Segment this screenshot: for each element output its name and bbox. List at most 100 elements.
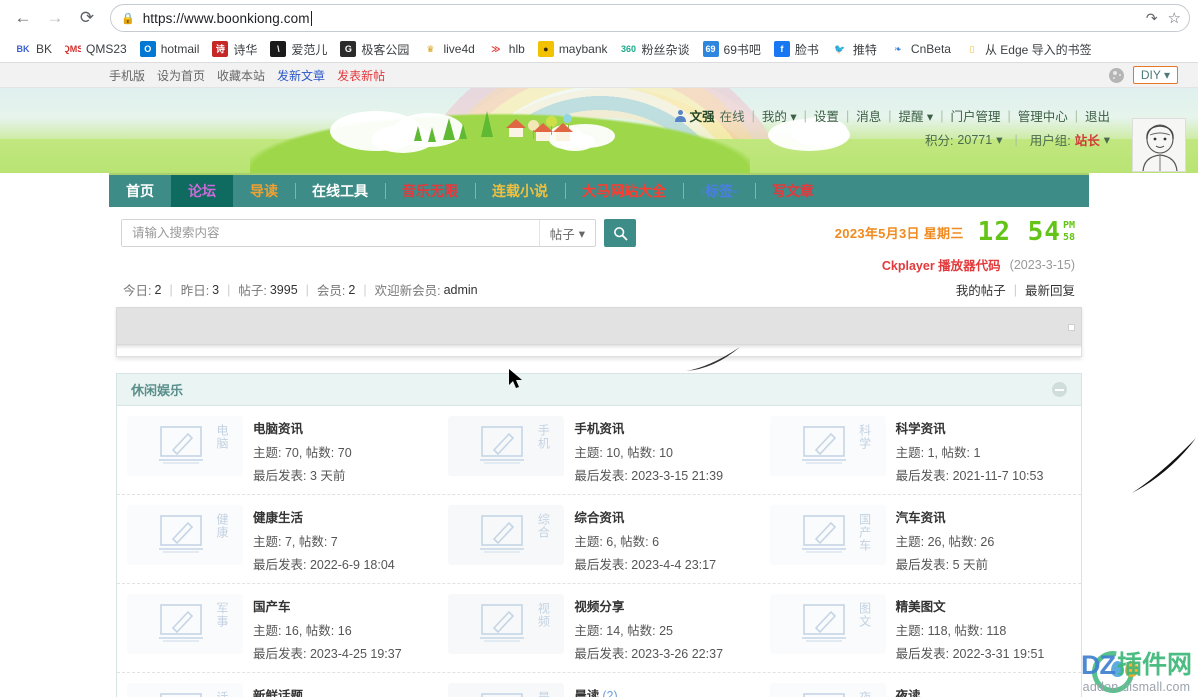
bookmark-favicon-icon: ❧ xyxy=(889,41,906,57)
star-icon[interactable]: ☆ xyxy=(1168,9,1181,27)
share-icon[interactable]: ↷ xyxy=(1146,10,1158,27)
forward-arrow-icon[interactable]: → xyxy=(40,3,70,33)
bookmark-item[interactable]: 69 69书吧 xyxy=(697,39,767,60)
forum-item-name[interactable]: 视频分享 xyxy=(574,596,723,615)
bookmark-item[interactable]: ≫ hlb xyxy=(482,39,531,59)
palette-icon[interactable] xyxy=(1108,67,1124,83)
forum-item[interactable]: 话题 新鲜话题主题: 10, 帖数: 14 xyxy=(117,673,438,697)
bookmark-item[interactable]: \ 爱范儿 xyxy=(264,39,333,60)
forum-thumbnail-text: 综合 xyxy=(536,513,551,539)
nav-item[interactable]: ◦标签◦ xyxy=(683,175,755,207)
reload-icon[interactable]: ⟳ xyxy=(72,3,102,33)
forum-item[interactable]: 综合 综合资讯 主题: 6, 帖数: 6 最后发表: 2023-4-4 23:17 xyxy=(438,495,759,583)
username-label[interactable]: 文强 xyxy=(690,106,715,125)
advertisement-banner[interactable] xyxy=(116,307,1082,345)
bookmark-item[interactable]: Ohotmail xyxy=(134,39,206,59)
forum-item-info: 视频分享 主题: 14, 帖数: 25 最后发表: 2023-3-26 22:37 xyxy=(574,594,723,662)
utility-link[interactable]: 设为首页 xyxy=(157,67,205,84)
forum-item-name[interactable]: 夜读 xyxy=(896,685,995,697)
user-avatar[interactable] xyxy=(1132,118,1186,172)
nav-item[interactable]: 连载小说 xyxy=(475,175,565,207)
stats-link[interactable]: 我的帖子 xyxy=(956,280,1006,299)
user-menu-link[interactable]: 我的 ▾ xyxy=(762,106,797,125)
user-menu-link[interactable]: 设置 xyxy=(814,106,839,125)
bookmark-item[interactable]: 360 粉丝杂谈 xyxy=(615,39,696,60)
forum-item-name[interactable]: 手机资讯 xyxy=(574,418,723,437)
usergroup-caret-icon[interactable]: ▾ xyxy=(1104,132,1110,147)
address-bar[interactable]: 🔒 https://www.boonkiong.com ↷ ☆ xyxy=(110,4,1190,32)
forum-item[interactable]: 电脑 电脑资讯 主题: 70, 帖数: 70 最后发表: 3 天前 xyxy=(117,406,438,494)
forum-item-name[interactable]: 汽车资讯 xyxy=(896,507,995,526)
forum-item-name[interactable]: 晨读 (2) xyxy=(574,685,673,697)
forum-item[interactable]: 健康 健康生活 主题: 7, 帖数: 7 最后发表: 2022-6-9 18:04 xyxy=(117,495,438,583)
minimize-icon[interactable] xyxy=(1068,324,1075,331)
forum-thumbnail-placeholder-icon: 夜读 xyxy=(769,683,886,697)
bookmark-item[interactable]: f 脸书 xyxy=(768,39,825,60)
forum-item[interactable]: 夜读夜读主题: 82, 帖数: 82 xyxy=(760,673,1081,697)
announcement-title[interactable]: Ckplayer 播放器代码 xyxy=(882,255,1001,274)
forum-item-name[interactable]: 科学资讯 xyxy=(896,418,1044,437)
bookmark-item[interactable]: ❧ CnBeta xyxy=(884,39,957,59)
search-button[interactable] xyxy=(604,219,636,247)
utility-link[interactable]: 发新文章 xyxy=(277,67,325,84)
nav-item[interactable]: 论坛 xyxy=(171,175,233,207)
forum-item[interactable]: 视频 视频分享 主题: 14, 帖数: 25 最后发表: 2023-3-26 22:3… xyxy=(438,584,759,672)
bookmark-item[interactable]: 诗诗华 xyxy=(206,39,263,60)
forum-item-name[interactable]: 精美图文 xyxy=(896,596,1045,615)
forum-thumbnail-placeholder-icon: 电脑 xyxy=(127,416,243,476)
bookmark-item[interactable]: ♛ live4d xyxy=(416,39,480,59)
bookmark-item[interactable]: BK BK xyxy=(9,39,58,59)
nav-item[interactable]: 在线工具 xyxy=(295,175,385,207)
forum-item[interactable]: 国产车 汽车资讯 主题: 26, 帖数: 26 最后发表: 5 天前 xyxy=(760,495,1081,583)
search-input[interactable] xyxy=(122,220,539,246)
bookmark-item[interactable]: ▯ 从 Edge 导入的书签 xyxy=(958,39,1098,60)
utility-link[interactable]: 发表新帖 xyxy=(337,67,385,84)
forum-thumbnail-placeholder-icon: 图文 xyxy=(769,594,886,654)
nav-item[interactable]: 音乐无限 xyxy=(385,175,475,207)
forum-section-title[interactable]: 休闲娱乐 xyxy=(131,380,183,399)
user-menu-link[interactable]: 退出 xyxy=(1085,106,1110,125)
nav-item[interactable]: 导读 xyxy=(233,175,295,207)
forum-item[interactable]: 科学 科学资讯 主题: 1, 帖数: 1 最后发表: 2021-11-7 10:53 xyxy=(760,406,1081,494)
forum-item[interactable]: 军事 国产车 主题: 16, 帖数: 16 最后发表: 2023-4-25 19:37 xyxy=(117,584,438,672)
collapse-icon[interactable] xyxy=(1052,382,1067,397)
nav-item[interactable]: 写文章 xyxy=(754,175,831,207)
search-type-dropdown[interactable]: 帖子 ▾ xyxy=(538,220,595,246)
bookmark-item[interactable]: QMS QMS23 xyxy=(59,39,133,59)
forum-item-name[interactable]: 电脑资讯 xyxy=(253,418,352,437)
forum-item[interactable]: 手机 手机资讯 主题: 10, 帖数: 10 最后发表: 2023-3-15 21:3… xyxy=(438,406,759,494)
forum-item-info: 国产车 主题: 16, 帖数: 16 最后发表: 2023-4-25 19:37 xyxy=(253,594,402,662)
stat-value: 3995 xyxy=(269,282,298,297)
forum-row: 军事 国产车 主题: 16, 帖数: 16 最后发表: 2023-4-25 19:37… xyxy=(117,584,1081,673)
bookmark-item[interactable]: 🐦 推特 xyxy=(826,39,883,60)
forum-item-lastpost: 最后发表: 2021-11-7 10:53 xyxy=(895,469,1044,483)
forum-item-stats: 主题: 6, 帖数: 6 xyxy=(574,535,660,549)
forum-item-name[interactable]: 综合资讯 xyxy=(574,507,716,526)
user-menu-link[interactable]: 门户管理 xyxy=(950,106,1000,125)
user-menu-link[interactable]: 提醒 ▾ xyxy=(898,106,933,125)
forum-item-name-text: 汽车资讯 xyxy=(895,511,946,525)
forum-item-name[interactable]: 健康生活 xyxy=(253,507,395,526)
utility-link[interactable]: 收藏本站 xyxy=(217,67,265,84)
nav-item[interactable]: 首页 xyxy=(109,175,171,207)
bookmark-item[interactable]: ● maybank xyxy=(532,39,614,59)
diy-button[interactable]: DIY ▾ xyxy=(1132,66,1178,84)
user-menu-link[interactable]: 管理中心 xyxy=(1018,106,1068,125)
forum-item-name[interactable]: 新鲜话题 xyxy=(253,685,352,697)
forum-item-name-text: 科学资讯 xyxy=(895,422,946,436)
forum-thumbnail-placeholder-icon: 话题 xyxy=(127,683,243,697)
stats-link[interactable]: 最新回复 xyxy=(1025,280,1075,299)
divider: | xyxy=(803,108,807,123)
forum-item[interactable]: 晨读晨读(2)主题: 92, 帖数: 92 xyxy=(438,673,759,697)
forum-item[interactable]: 图文 精美图文 主题: 118, 帖数: 118 最后发表: 2022-3-31 19… xyxy=(760,584,1081,672)
search-box[interactable]: 帖子 ▾ xyxy=(121,219,596,247)
utility-link[interactable]: 手机版 xyxy=(109,67,145,84)
bookmark-item[interactable]: G 极客公园 xyxy=(334,39,415,60)
credits-caret-icon[interactable]: ▾ xyxy=(996,132,1002,147)
user-menu-link[interactable]: 消息 xyxy=(856,106,881,125)
forum-item-name[interactable]: 国产车 xyxy=(253,596,402,615)
stat-label: 欢迎新会员: xyxy=(374,284,441,298)
back-arrow-icon[interactable]: ← xyxy=(8,3,38,33)
forum-thumbnail-placeholder-icon: 军事 xyxy=(127,594,243,654)
nav-item[interactable]: 大马网站大全 xyxy=(565,175,683,207)
